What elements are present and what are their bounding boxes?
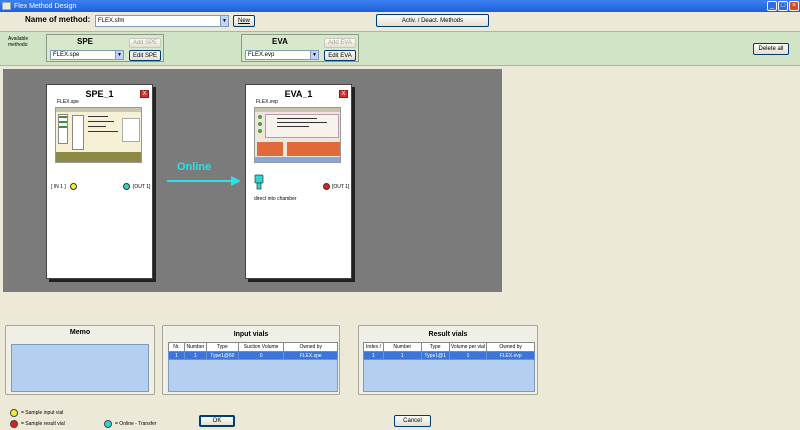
minimize-button[interactable]: _ [767, 1, 777, 11]
cancel-button[interactable]: Cancel [394, 415, 431, 427]
table-cell: 1 [382, 351, 422, 360]
column-header[interactable]: Number [183, 342, 207, 352]
eva-method-box: EVA FLEX.evp ▼ Add EVA Edit EVA [241, 34, 359, 62]
spe-card-title: SPE_1 [85, 89, 114, 99]
method-name-value: FLEX.sfm [98, 18, 125, 24]
add-eva-button[interactable]: Add EVA [324, 38, 356, 48]
spe-method-thumbnail [55, 107, 142, 163]
method-name-combo[interactable]: FLEX.sfm ▼ [95, 15, 229, 27]
online-transfer-legend-label: = Online - Transfer [115, 421, 157, 427]
column-header[interactable]: Volume per vial [448, 342, 488, 352]
table-header-row: Index / Number Type Volume per vial Owne… [363, 342, 535, 352]
remove-eva-icon[interactable]: X [339, 90, 348, 98]
table-header-row: Nr. Number Type Suction Volume Owned by [168, 342, 338, 352]
eva-out-port-label: [OUT 1] [332, 184, 350, 190]
method-name-label: Name of method: [25, 15, 91, 24]
eva-title: EVA [272, 37, 288, 46]
column-header[interactable]: Number [382, 342, 422, 352]
table-row[interactable]: 1 1 Type1@1 1 FLEX.evp [363, 351, 535, 360]
input-vial-legend-label: = Sample input vial [21, 410, 64, 416]
column-header[interactable]: Nr. [168, 342, 185, 352]
spe-select-value: FLEX.spe [53, 52, 80, 58]
column-header[interactable]: Index / [363, 342, 384, 352]
result-vial-dot[interactable] [323, 183, 330, 190]
remove-spe-icon[interactable]: X [140, 90, 149, 98]
spe-method-box: SPE FLEX.spe ▼ Add SPE Edit SPE [46, 34, 164, 62]
title-bar: Flex Method Design _ □ × [0, 0, 800, 12]
table-cell: FLEX.spe [283, 351, 338, 360]
table-cell: Type1@60 [205, 351, 239, 360]
edit-eva-button[interactable]: Edit EVA [324, 50, 356, 61]
memo-textarea[interactable] [11, 344, 149, 392]
online-transfer-legend-icon [104, 420, 112, 428]
transfer-arrow-icon [167, 176, 241, 186]
table-cell: 1 [363, 351, 384, 360]
input-vial-legend-icon [10, 409, 18, 417]
chevron-down-icon[interactable]: ▼ [310, 51, 318, 59]
table-cell: FLEX.evp [486, 351, 535, 360]
methods-label: methods: [8, 42, 29, 48]
spe-title: SPE [77, 37, 94, 46]
input-vials-table[interactable]: Nr. Number Type Suction Volume Owned by … [168, 342, 338, 360]
spe-method-card[interactable]: SPE_1 X FLEX.spe [ IN 1 ] [OUT 1] [46, 84, 153, 279]
input-vials-panel: Input vials Nr. Number Type Suction Volu… [162, 325, 340, 395]
eva-method-card[interactable]: EVA_1 X FLEX.evp [OUT 1] direct into cha… [245, 84, 352, 279]
eva-method-thumbnail [254, 107, 341, 163]
available-methods-panel: Available methods: SPE FLEX.spe ▼ Add SP… [0, 31, 800, 66]
column-header[interactable]: Suction Volume [237, 342, 285, 352]
online-transfer-dot[interactable] [123, 183, 130, 190]
table-cell: 0 [237, 351, 285, 360]
eva-select[interactable]: FLEX.evp ▼ [245, 50, 319, 60]
new-button[interactable]: New [233, 15, 255, 27]
table-cell: Type1@1 [420, 351, 450, 360]
maximize-button[interactable]: □ [778, 1, 788, 11]
result-vials-panel: Result vials Index / Number Type Volume … [358, 325, 538, 395]
spe-select[interactable]: FLEX.spe ▼ [50, 50, 124, 60]
table-cell: 1 [448, 351, 488, 360]
input-vials-title: Input vials [233, 331, 269, 338]
spe-card-file: FLEX.spe [57, 99, 79, 105]
delete-all-button[interactable]: Delete all [753, 43, 789, 55]
eva-card-title: EVA_1 [284, 89, 313, 99]
eva-select-value: FLEX.evp [248, 52, 275, 58]
table-cell: 1 [168, 351, 185, 360]
column-header[interactable]: Owned by [283, 342, 338, 352]
chevron-down-icon[interactable]: ▼ [115, 51, 123, 59]
spe-in-port-label: [ IN 1 ] [51, 184, 66, 190]
result-vials-table[interactable]: Index / Number Type Volume per vial Owne… [363, 342, 535, 360]
eva-card-note: direct into chamber [254, 196, 297, 202]
activate-methods-button[interactable]: Activ. / Deact. Methods [376, 14, 489, 27]
close-button[interactable]: × [789, 1, 799, 11]
chevron-down-icon[interactable]: ▼ [220, 16, 228, 26]
eva-card-file: FLEX.evp [256, 99, 278, 105]
result-vials-title: Result vials [428, 331, 468, 338]
edit-spe-button[interactable]: Edit SPE [129, 50, 161, 61]
table-cell: 1 [183, 351, 207, 360]
input-vial-dot[interactable] [70, 183, 77, 190]
online-transfer-label: Online [177, 161, 212, 173]
chamber-connector-icon [254, 174, 264, 190]
spe-out-port-label: [OUT 1] [133, 184, 151, 190]
column-header[interactable]: Type [205, 342, 239, 352]
ok-button[interactable]: OK [199, 415, 235, 427]
result-vial-legend-label: = Sample result vial [21, 421, 65, 427]
result-vial-legend-icon [10, 420, 18, 428]
app-icon [2, 2, 11, 10]
add-spe-button[interactable]: Add SPE [129, 38, 161, 48]
memo-title: Memo [69, 329, 91, 336]
column-header[interactable]: Type [420, 342, 450, 352]
memo-panel: Memo [5, 325, 155, 395]
table-row[interactable]: 1 1 Type1@60 0 FLEX.spe [168, 351, 338, 360]
workflow-canvas: SPE_1 X FLEX.spe [ IN 1 ] [OUT 1] Online… [3, 69, 502, 292]
column-header[interactable]: Owned by [486, 342, 535, 352]
window-title: Flex Method Design [14, 2, 77, 10]
